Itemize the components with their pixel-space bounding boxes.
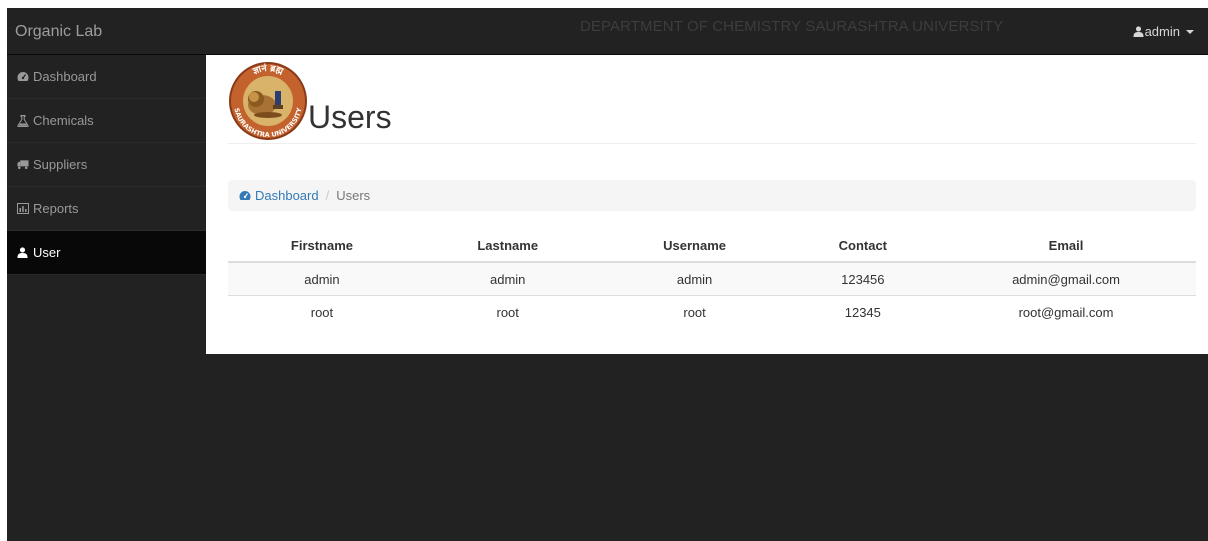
app-frame: Organic Lab DEPARTMENT OF CHEMISTRY SAUR… [7, 8, 1208, 541]
cell-lastname: admin [415, 261, 600, 296]
sidebar-item-label: Chemicals [33, 113, 94, 128]
sidebar: Dashboard Chemicals Suppliers Reports Us… [7, 55, 206, 541]
breadcrumb-dashboard-link[interactable]: Dashboard [239, 188, 319, 203]
cell-username: admin [599, 261, 790, 296]
column-header-lastname: Lastname [415, 229, 600, 263]
user-name: admin [1144, 23, 1180, 39]
cell-contact: 123456 [789, 261, 936, 296]
tachometer-icon [239, 191, 251, 200]
cell-firstname: root [228, 295, 416, 328]
users-table: Firstname Lastname Username Contact Emai… [228, 229, 1196, 328]
sidebar-item-dashboard[interactable]: Dashboard [7, 55, 206, 99]
brand-link[interactable]: Organic Lab [15, 8, 102, 55]
sidebar-item-chemicals[interactable]: Chemicals [7, 99, 206, 143]
cell-email: root@gmail.com [936, 295, 1196, 328]
column-header-contact: Contact [789, 229, 936, 263]
cell-firstname: admin [228, 261, 416, 296]
page-header: ज्ञानं ब्रह्म SAURASHTRA UNIVERSITY User… [228, 61, 1196, 144]
column-header-username: Username [599, 229, 790, 263]
sidebar-item-reports[interactable]: Reports [7, 187, 206, 231]
sidebar-item-label: Dashboard [33, 69, 97, 84]
breadcrumb-link-label: Dashboard [255, 188, 319, 203]
page-title: Users [308, 99, 392, 135]
user-icon [1133, 26, 1144, 37]
tachometer-icon [17, 71, 29, 83]
column-header-firstname: Firstname [228, 229, 416, 263]
sidebar-item-label: Reports [33, 201, 79, 216]
cell-contact: 12345 [789, 295, 936, 328]
top-navbar: Organic Lab DEPARTMENT OF CHEMISTRY SAUR… [7, 8, 1208, 55]
cell-email: admin@gmail.com [936, 261, 1196, 296]
table-row: admin admin admin 123456 admin@gmail.com [228, 261, 1196, 296]
table-header-row: Firstname Lastname Username Contact Emai… [228, 229, 1196, 263]
column-header-email: Email [936, 229, 1196, 263]
university-logo: ज्ञानं ब्रह्म SAURASHTRA UNIVERSITY [229, 62, 307, 140]
bar-chart-icon [17, 203, 29, 215]
sidebar-item-suppliers[interactable]: Suppliers [7, 143, 206, 187]
breadcrumb: Dashboard / Users [228, 180, 1196, 211]
sidebar-item-label: Suppliers [33, 157, 88, 172]
flask-icon [17, 114, 29, 127]
breadcrumb-separator: / [325, 188, 330, 203]
table-row: root root root 12345 root@gmail.com [228, 295, 1196, 328]
caret-down-icon [1186, 29, 1194, 34]
main-content: ज्ञानं ब्रह्म SAURASHTRA UNIVERSITY User… [206, 55, 1208, 354]
sidebar-item-label: User [33, 245, 61, 260]
department-title: DEPARTMENT OF CHEMISTRY SAURASHTRA UNIVE… [580, 18, 1004, 35]
cell-username: root [599, 295, 790, 328]
user-dropdown[interactable]: admin [1133, 8, 1194, 55]
sidebar-item-user[interactable]: User [7, 231, 206, 275]
user-icon [17, 247, 29, 259]
truck-icon [17, 159, 29, 171]
cell-lastname: root [415, 295, 600, 328]
breadcrumb-current: Users [336, 188, 371, 203]
